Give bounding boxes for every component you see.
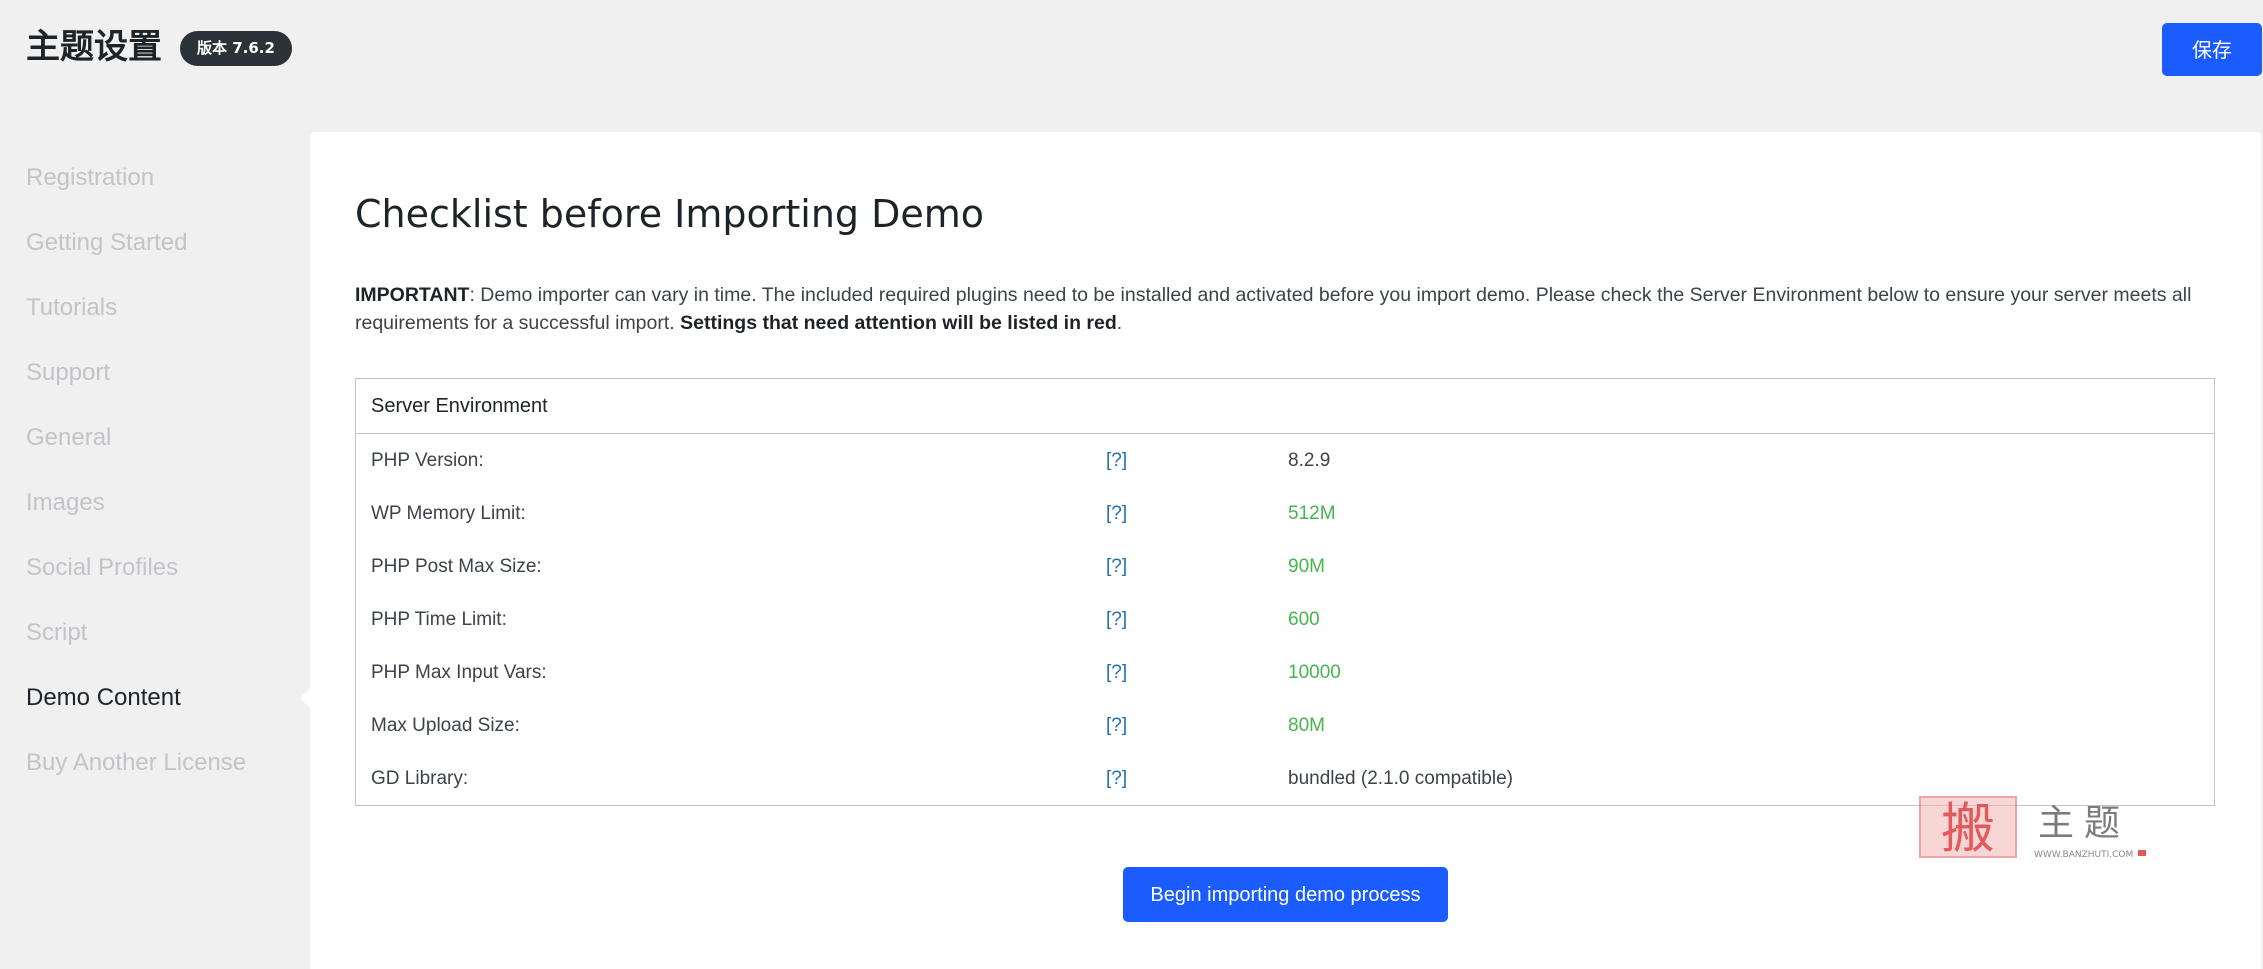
table-row: PHP Post Max Size: [?] 90M — [356, 540, 2215, 593]
sidebar-item-general[interactable]: General — [0, 405, 310, 470]
sidebar-item-social-profiles[interactable]: Social Profiles — [0, 535, 310, 600]
checklist-title: Checklist before Importing Demo — [355, 192, 985, 236]
help-link[interactable]: [?] — [1106, 556, 1127, 577]
watermark-stamp-char: 搬 — [1941, 797, 1995, 860]
row-label: GD Library: — [371, 767, 469, 789]
watermark-url: WWW.BANZHUTI.COM — [2034, 850, 2133, 860]
server-environment-table: Server Environment PHP Version: [?] 8.2.… — [355, 378, 2215, 806]
row-label: PHP Post Max Size: — [371, 555, 542, 577]
sidebar-item-getting-started[interactable]: Getting Started — [0, 210, 310, 275]
intro-text: : Demo importer can vary in time. The in… — [355, 284, 2192, 334]
important-label: IMPORTANT — [355, 284, 470, 306]
row-label: PHP Version: — [371, 449, 484, 471]
intro-paragraph: IMPORTANT: Demo importer can vary in tim… — [355, 281, 2235, 337]
help-link[interactable]: [?] — [1106, 450, 1127, 471]
sidebar-item-support[interactable]: Support — [0, 340, 310, 405]
sidebar-item-buy-another-license[interactable]: Buy Another License — [0, 730, 310, 795]
table-row: PHP Time Limit: [?] 600 — [356, 593, 2215, 646]
help-link[interactable]: [?] — [1106, 503, 1127, 524]
row-value: 512M — [1288, 502, 1336, 524]
help-link[interactable]: [?] — [1106, 662, 1127, 683]
table-row: Max Upload Size: [?] 80M — [356, 699, 2215, 752]
sidebar-item-registration[interactable]: Registration — [0, 145, 310, 210]
intro-end: . — [1116, 312, 1123, 334]
row-label: PHP Time Limit: — [371, 608, 507, 630]
row-value: 600 — [1288, 608, 1320, 630]
row-value: 10000 — [1288, 661, 1341, 683]
row-value: 8.2.9 — [1288, 449, 1331, 471]
help-link[interactable]: [?] — [1106, 768, 1127, 789]
row-label: Max Upload Size: — [371, 714, 520, 736]
sidebar-item-demo-content[interactable]: Demo Content — [0, 665, 311, 730]
row-value: 90M — [1288, 555, 1325, 577]
begin-import-button[interactable]: Begin importing demo process — [1123, 867, 1448, 922]
header: 主题设置 版本 7.6.2 保存 — [0, 0, 2263, 100]
row-label: PHP Max Input Vars: — [371, 661, 547, 683]
row-value: 80M — [1288, 714, 1325, 736]
watermark-text: 主题 — [2038, 803, 2130, 844]
intro-emphasis: Settings that need attention will be lis… — [680, 312, 1117, 334]
table-header: Server Environment — [355, 378, 2215, 434]
table-row: PHP Version: [?] 8.2.9 — [356, 434, 2215, 488]
sidebar-item-tutorials[interactable]: Tutorials — [0, 275, 310, 340]
watermark-logo: 搬 主题 WWW.BANZHUTI.COM — [1919, 796, 2146, 860]
save-button[interactable]: 保存 — [2162, 23, 2262, 76]
table-row: PHP Max Input Vars: [?] 10000 — [356, 646, 2215, 699]
table-row: WP Memory Limit: [?] 512M — [356, 487, 2215, 540]
page-title: 主题设置 — [26, 27, 162, 67]
sidebar-item-images[interactable]: Images — [0, 470, 310, 535]
sidebar-nav: Registration Getting Started Tutorials S… — [0, 145, 311, 795]
help-link[interactable]: [?] — [1106, 609, 1127, 630]
help-link[interactable]: [?] — [1106, 715, 1127, 736]
row-label: WP Memory Limit: — [371, 502, 526, 524]
version-badge: 版本 7.6.2 — [180, 31, 292, 66]
sidebar-item-script[interactable]: Script — [0, 600, 310, 665]
